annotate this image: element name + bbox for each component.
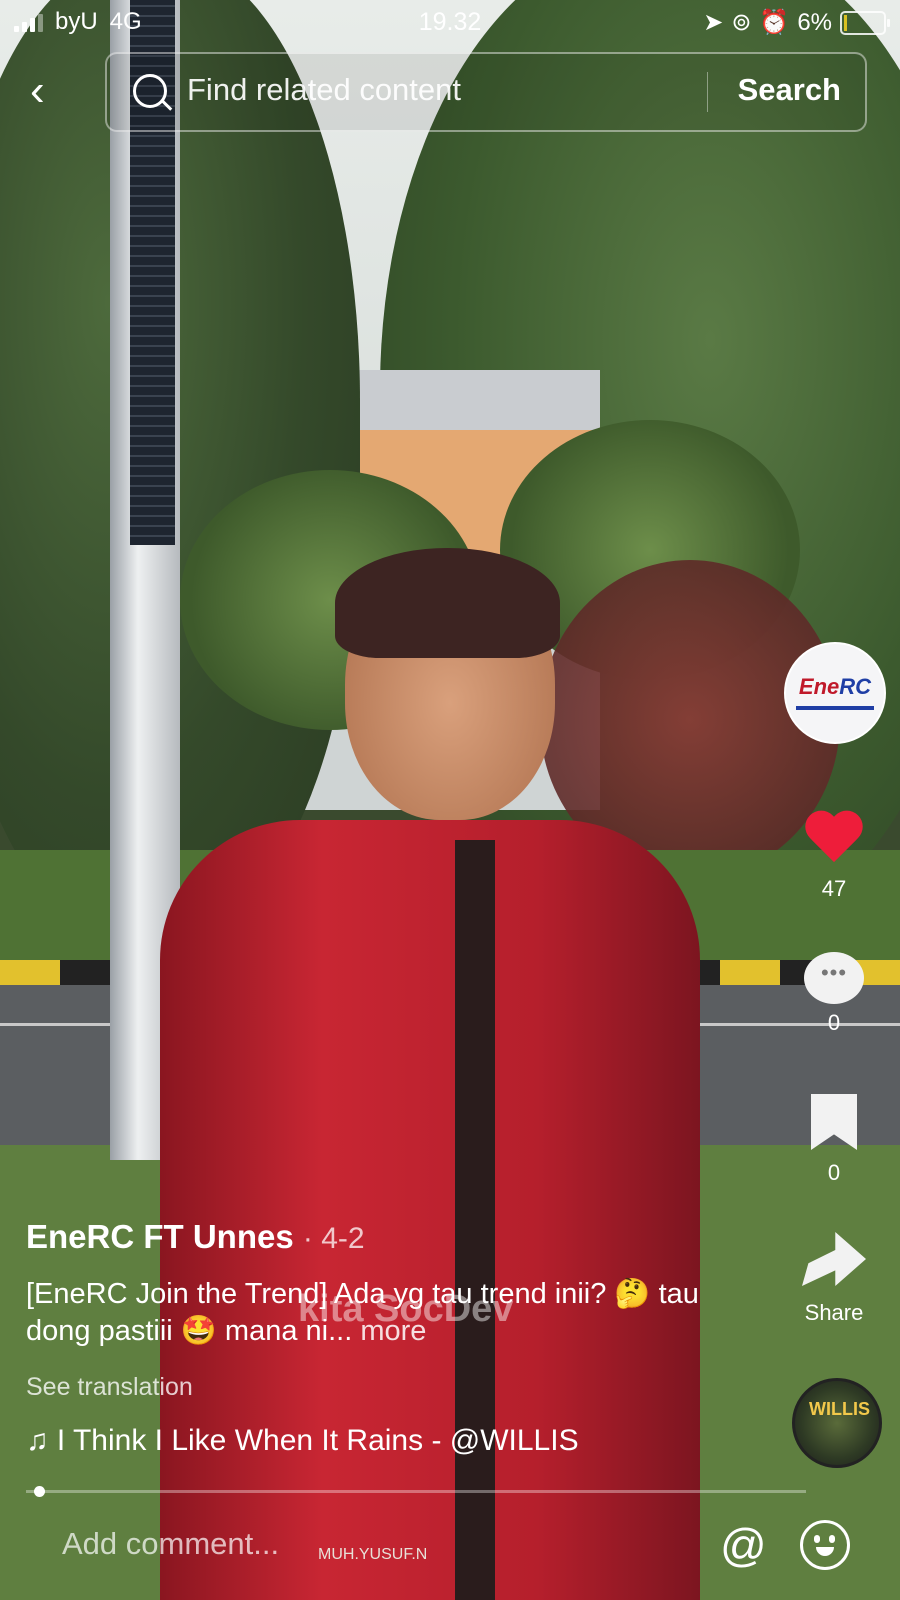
scene-person-shirt	[160, 820, 700, 1600]
search-icon	[133, 74, 167, 108]
search-bar[interactable]: Find related content Search	[105, 52, 867, 132]
post-date: · 4-2	[302, 1222, 365, 1255]
save-count: 0	[827, 1160, 841, 1185]
scene-trees-left	[0, 0, 360, 940]
chevron-left-icon: ‹	[30, 66, 45, 115]
comment-count: 0	[827, 1010, 841, 1035]
mention-icon[interactable]: @	[720, 1518, 767, 1572]
battery-icon	[840, 10, 890, 35]
comment-button[interactable]: 0	[784, 952, 884, 1036]
search-button[interactable]: Search	[738, 72, 841, 108]
alarm-icon: ⏰	[759, 9, 790, 36]
comment-input[interactable]: Add comment...	[62, 1526, 279, 1562]
progress-handle[interactable]	[33, 1486, 45, 1497]
location-icon: ➤	[703, 9, 724, 36]
scene-shirt-placket	[455, 840, 495, 1600]
music-disc[interactable]: WILLIS	[792, 1378, 882, 1468]
rotation-lock-icon: ⊚	[731, 9, 752, 36]
like-count: 47	[821, 876, 847, 901]
post-author[interactable]: EneRC FT Unnes · 4-2	[26, 1218, 365, 1256]
comment-bubble-icon	[804, 952, 864, 1004]
scene-person-hair	[335, 548, 560, 658]
playback-progress[interactable]	[26, 1486, 806, 1497]
share-label: Share	[804, 1300, 864, 1325]
save-button[interactable]: 0	[784, 1094, 884, 1186]
back-button[interactable]: ‹	[30, 68, 70, 114]
avatar-logo-underline	[796, 706, 874, 710]
creator-avatar[interactable]: EneRC	[784, 642, 886, 744]
search-divider	[707, 72, 708, 112]
status-bar: byU 4G 19.32 ➤ ⊚ ⏰ 6%	[0, 0, 900, 44]
like-button[interactable]: 47	[784, 812, 884, 902]
video-watermark: kita SocDev	[298, 1288, 514, 1330]
shirt-name-tag: MUH.YUSUF.N	[318, 1546, 428, 1563]
music-track[interactable]: ♫ I Think I Like When It Rains - @WILLIS	[26, 1424, 579, 1458]
music-disc-label: WILLIS	[809, 1399, 870, 1419]
see-translation-link[interactable]: See translation	[26, 1373, 193, 1402]
video-frame[interactable]: MUH.YUSUF.N	[0, 0, 900, 1600]
heart-icon	[804, 812, 864, 868]
search-input[interactable]: Find related content	[187, 72, 461, 108]
author-name[interactable]: EneRC FT Unnes	[26, 1218, 294, 1255]
avatar-logo: EneRC	[798, 674, 872, 699]
battery-percent: 6%	[797, 8, 832, 36]
share-button[interactable]: Share	[784, 1232, 884, 1326]
share-icon	[802, 1232, 866, 1286]
emoji-icon[interactable]	[800, 1520, 850, 1570]
bookmark-icon	[811, 1094, 857, 1150]
